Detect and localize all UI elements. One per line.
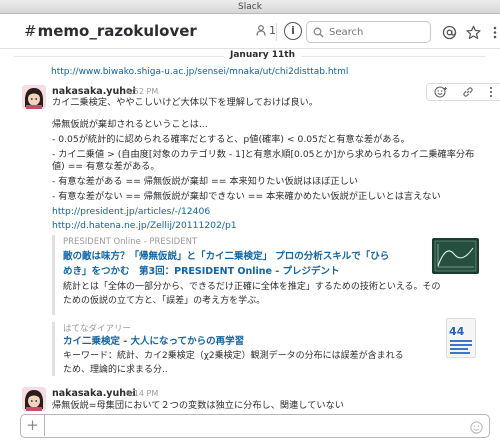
preview-description: 統計とは「全体の一部分から、できるだけ正確に全体を推定」するための技術といえる。… (63, 282, 441, 292)
message-link[interactable]: http://www.biwako.shiga-u.ac.jp/sensei/m… (51, 67, 348, 77)
link-preview: はてなダイアリー カイ二乗検定 - 大人になってからの再学習 キーワード：統計、… (52, 318, 480, 376)
member-count-button[interactable]: 1 (256, 24, 276, 37)
channel-name: memo_razokulover (37, 22, 197, 40)
message-author[interactable]: nakasaka.yuhei (52, 388, 136, 399)
message-text: カイ二乗検定、ややこしいけど大体以下を理解しておけば良い。 (52, 97, 318, 108)
preview-thumbnail[interactable]: 44 (446, 318, 476, 358)
link-icon[interactable] (462, 86, 474, 98)
message-actions (426, 83, 500, 101)
message-text: 帰無仮説=母集団において２つの変数は独立に分布し、関連していない (52, 400, 344, 411)
link-preview: PRESIDENT Online - PRESIDENT 敵の敵は味方？「帰無仮… (52, 235, 480, 315)
member-count: 1 (269, 24, 276, 37)
channel-header: #memo_razokulover ⌄ 1 i (0, 15, 500, 49)
day-divider: January 11th (0, 50, 500, 62)
message-author[interactable]: nakasaka.yuhei (52, 86, 136, 97)
preview-source[interactable]: PRESIDENT Online - PRESIDENT (63, 237, 197, 247)
divider (276, 23, 277, 41)
preview-description: キーワード：統計、カイ2乗検定（χ2乗検定）観測データの分布には誤差が含まれる (63, 351, 404, 361)
window-title: Slack (238, 2, 262, 12)
mentions-icon[interactable] (440, 23, 458, 41)
chevron-down-icon[interactable]: ⌄ (160, 27, 168, 37)
add-reaction-icon[interactable] (434, 86, 448, 98)
more-icon[interactable] (486, 23, 500, 41)
preview-description: ため、理論的に求まる分.. (63, 365, 168, 375)
preview-description: ための仮説の立て方と、「誤差」の考え方を学ぶ。 (63, 296, 266, 306)
message-text: - 0.05が統計的に認められる確率だとすると、p値(確率) < 0.05だと有… (52, 134, 410, 145)
person-icon (256, 25, 266, 36)
window-title-bar: Slack (0, 0, 500, 14)
preview-title[interactable]: めき」をつかむ 第3回：PRESIDENT Online - プレジデント (63, 265, 339, 278)
emoji-icon[interactable] (470, 419, 483, 438)
message-timestamp[interactable]: 8:52 PM (126, 87, 158, 96)
preview-title[interactable]: カイ二乗検定 - 大人になってからの再学習 (63, 335, 244, 348)
preview-source[interactable]: はてなダイアリー (63, 322, 131, 334)
message-composer: + (20, 414, 490, 438)
avatar[interactable] (22, 387, 46, 411)
attach-button[interactable]: + (21, 415, 45, 436)
message-feed[interactable]: January 11th http://www.biwako.shiga-u.a… (0, 50, 500, 411)
day-label: January 11th (224, 50, 301, 60)
hash-icon: # (24, 22, 37, 40)
search-icon (313, 27, 324, 38)
channel-info-button[interactable]: i (284, 22, 302, 40)
preview-title[interactable]: 敵の敵は味方？「帰無仮説」と「カイ二乗検定」 プロの分析スキルで「ひら (63, 250, 389, 263)
message-link[interactable]: http://president.jp/articles/-/12406 (52, 206, 210, 218)
more-actions-icon[interactable] (489, 86, 493, 98)
thumbnail-number: 44 (449, 325, 465, 338)
message-link[interactable]: http://d.hatena.ne.jp/Zellij/20111202/p1 (52, 220, 237, 232)
message-timestamp[interactable]: 9:14 PM (126, 389, 158, 398)
message-text: 帰無仮説が棄却されるということは... (52, 119, 208, 130)
message-text: - カイ二乗値 > (自由度[対象のカテゴリ数 - 1]と有意水順[0.05とか… (52, 149, 475, 160)
message-text: - 有意な差がない == 帰無仮説が棄却できない == 本来確かめたい仮説が正し… (52, 191, 441, 202)
message-input[interactable] (51, 418, 451, 433)
preview-thumbnail[interactable] (432, 238, 479, 274)
search-box[interactable] (306, 21, 431, 43)
star-icon[interactable] (464, 23, 482, 41)
avatar[interactable] (22, 85, 46, 109)
message-text: 値) == 有意な差がある。 (52, 161, 160, 172)
message-text: - 有意な差がある == 帰無仮説が棄却 == 本来知りたい仮説はほぼ正しい (52, 176, 358, 187)
search-input[interactable] (329, 24, 425, 40)
channel-title[interactable]: #memo_razokulover (24, 22, 197, 40)
